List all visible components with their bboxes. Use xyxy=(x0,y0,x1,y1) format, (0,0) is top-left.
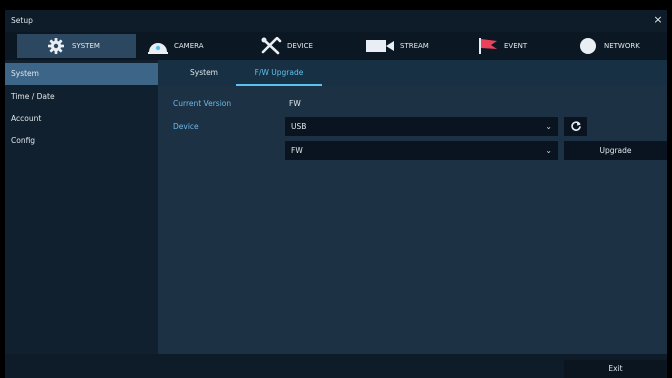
chevron-down-icon: ⌄ xyxy=(545,122,552,131)
tab-system[interactable]: SYSTEM xyxy=(17,34,136,58)
device-label: Device xyxy=(173,122,199,131)
sub-tab-bar: System F/W Upgrade xyxy=(158,60,667,86)
tools-icon xyxy=(260,37,282,55)
dome-camera-icon xyxy=(147,37,169,55)
setup-screen: Setup × SYSTEM CAMERA DEVICE STREAM EVEN… xyxy=(0,0,672,378)
tab-label: DEVICE xyxy=(287,42,313,50)
upgrade-button[interactable]: Upgrade xyxy=(564,141,667,160)
window-title: Setup xyxy=(11,16,33,25)
tab-label: STREAM xyxy=(400,42,429,50)
tab-camera[interactable]: CAMERA xyxy=(147,34,247,58)
chevron-down-icon: ⌄ xyxy=(545,146,552,155)
current-version-label: Current Version xyxy=(173,99,232,108)
main-tab-bar: SYSTEM CAMERA DEVICE STREAM EVENT NETWOR… xyxy=(5,32,667,60)
device-select[interactable]: USB ⌄ xyxy=(285,117,558,136)
tab-network[interactable]: NETWORK xyxy=(577,34,665,58)
sidebar-item-system[interactable]: System xyxy=(5,63,158,85)
tab-stream[interactable]: STREAM xyxy=(365,34,465,58)
exit-button[interactable]: Exit xyxy=(564,360,667,378)
tab-label: EVENT xyxy=(504,42,528,50)
flag-icon xyxy=(477,37,499,55)
refresh-icon xyxy=(570,120,582,139)
tab-label: NETWORK xyxy=(604,42,640,50)
title-bar: Setup × xyxy=(5,10,667,32)
video-camera-icon xyxy=(365,37,395,55)
sidebar-item-account[interactable]: Account xyxy=(5,108,158,130)
refresh-button[interactable] xyxy=(564,117,587,136)
sidebar-item-time-date[interactable]: Time / Date xyxy=(5,86,158,108)
device-select-value: USB xyxy=(291,122,307,131)
sidebar: System Time / Date Account Config xyxy=(5,60,158,354)
subtab-fw-upgrade[interactable]: F/W Upgrade xyxy=(236,60,322,86)
close-icon[interactable]: × xyxy=(651,13,665,27)
sidebar-item-config[interactable]: Config xyxy=(5,130,158,152)
tab-label: CAMERA xyxy=(174,42,204,50)
firmware-file-value: FW xyxy=(291,146,303,155)
gear-icon xyxy=(45,37,67,55)
tab-label: SYSTEM xyxy=(72,42,100,50)
subtab-system[interactable]: System xyxy=(176,60,232,86)
current-version-value: FW xyxy=(289,99,301,108)
globe-icon xyxy=(577,37,599,55)
tab-device[interactable]: DEVICE xyxy=(260,34,360,58)
firmware-file-select[interactable]: FW ⌄ xyxy=(285,141,558,160)
tab-event[interactable]: EVENT xyxy=(477,34,577,58)
